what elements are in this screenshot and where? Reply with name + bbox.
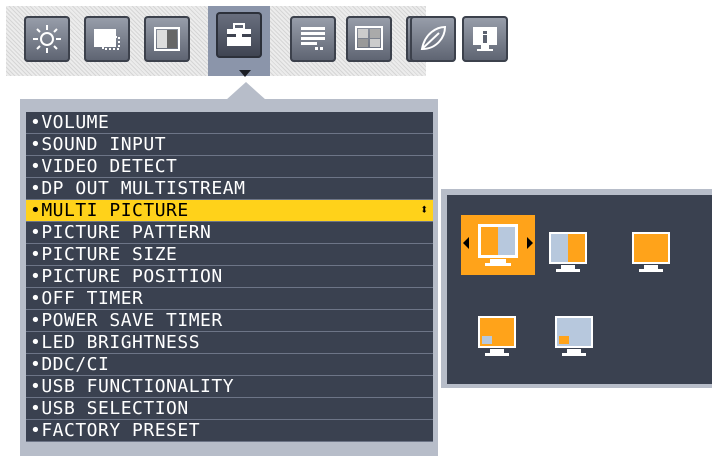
- menu-item-picture-size[interactable]: •PICTURE SIZE: [26, 244, 433, 266]
- menu-item-sound-input[interactable]: •SOUND INPUT: [26, 134, 433, 156]
- osd-menu-panel: •VOLUME •SOUND INPUT •VIDEO DETECT •DP O…: [20, 99, 438, 456]
- menu-list: •VOLUME •SOUND INPUT •VIDEO DETECT •DP O…: [26, 112, 433, 442]
- screen-icon[interactable]: [84, 16, 130, 62]
- active-tab-arrow-icon: [239, 70, 251, 77]
- menu-item-led-brightness[interactable]: •LED BRIGHTNESS: [26, 332, 433, 354]
- multi-picture-options-panel: [441, 189, 712, 388]
- left-arrow-icon: [463, 237, 469, 249]
- options-grid: [447, 195, 712, 384]
- color-icon[interactable]: [144, 16, 190, 62]
- option-pip-blue[interactable]: [554, 315, 594, 359]
- toolbox-tab[interactable]: [208, 6, 270, 76]
- menu-item-factory-preset[interactable]: •FACTORY PRESET: [26, 420, 433, 442]
- menu-item-usb-functionality[interactable]: •USB FUNCTIONALITY: [26, 376, 433, 398]
- menu-item-video-detect[interactable]: •VIDEO DETECT: [26, 156, 433, 178]
- menu-tools-icon[interactable]: [290, 16, 336, 62]
- menu-item-picture-pattern[interactable]: •PICTURE PATTERN: [26, 222, 433, 244]
- menu-item-power-save-timer[interactable]: •POWER SAVE TIMER: [26, 310, 433, 332]
- menu-item-volume[interactable]: •VOLUME: [26, 112, 433, 134]
- leaf-icon-tab[interactable]: [410, 16, 456, 62]
- menu-item-off-timer[interactable]: •OFF TIMER: [26, 288, 433, 310]
- option-full-orange[interactable]: [631, 231, 671, 275]
- right-arrow-icon: [527, 237, 533, 249]
- option-side-by-side-split[interactable]: [461, 215, 535, 275]
- info-icon[interactable]: [462, 16, 508, 62]
- option-side-by-side-orange-right[interactable]: [548, 231, 588, 275]
- menu-item-multi-picture[interactable]: •MULTI PICTURE ⬍: [26, 200, 433, 222]
- menu-pointer: [226, 82, 266, 100]
- eco-icon[interactable]: [346, 16, 392, 62]
- menu-item-dp-out-multistream[interactable]: •DP OUT MULTISTREAM: [26, 178, 433, 200]
- monitor-split-icon: [478, 224, 518, 266]
- up-down-arrow-icon: ⬍: [420, 202, 429, 218]
- option-pip-orange[interactable]: [477, 315, 517, 359]
- menu-item-picture-position[interactable]: •PICTURE POSITION: [26, 266, 433, 288]
- menu-item-label: •MULTI PICTURE: [30, 200, 189, 221]
- menu-item-usb-selection[interactable]: •USB SELECTION: [26, 398, 433, 420]
- brightness-icon[interactable]: [24, 16, 70, 62]
- menu-item-ddc-ci[interactable]: •DDC/CI: [26, 354, 433, 376]
- toolbox-icon: [216, 12, 262, 58]
- osd-tab-bar: [6, 6, 426, 77]
